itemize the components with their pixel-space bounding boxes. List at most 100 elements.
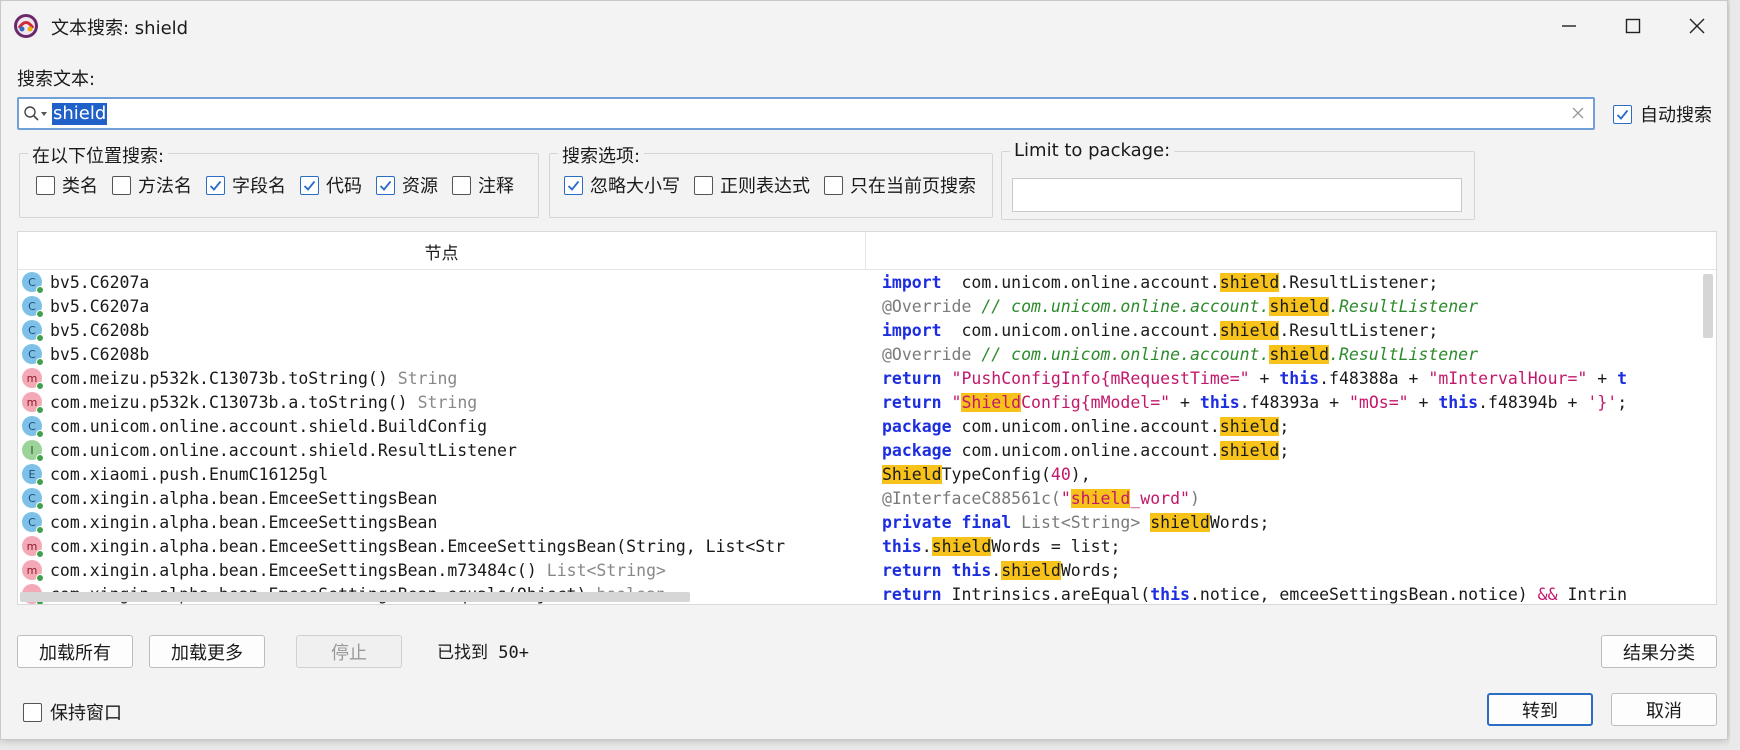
class-icon: C	[22, 416, 44, 438]
auto-search-check[interactable]	[1613, 104, 1632, 124]
vertical-scroll-thumb[interactable]	[1703, 274, 1713, 338]
method-icon: m	[22, 560, 44, 582]
search-input[interactable]: shield	[17, 97, 1595, 130]
auto-search-checkbox[interactable]: 自动搜索	[1613, 101, 1712, 127]
option-label: 资源	[402, 176, 438, 197]
minimize-icon	[1562, 25, 1576, 27]
close-button[interactable]	[1665, 1, 1729, 51]
option-label: 忽略大小写	[590, 176, 680, 197]
option-regex[interactable]: 正则表达式	[694, 172, 810, 198]
match-highlight: shield	[1001, 560, 1061, 580]
minimize-button[interactable]	[1537, 1, 1601, 51]
result-row[interactable]: m com.meizu.p532k.C13073b.toString() Strin…	[18, 366, 1716, 390]
code-token: "mIntervalHour="	[1428, 368, 1588, 388]
result-row[interactable]: Ccom.xingin.alpha.bean.EmceeSettingsBean…	[18, 510, 1716, 534]
result-node-name: com.xingin.alpha.bean.EmceeSettingsBean	[50, 512, 438, 532]
code-token: List<String>	[1021, 512, 1141, 532]
method-icon: m	[22, 536, 44, 558]
column-header-node[interactable]: 节点	[18, 232, 866, 270]
result-row[interactable]: Cbv5.C6207a @Override // com.unicom.onlin…	[18, 294, 1716, 318]
code-token: .ResultListener	[1329, 296, 1479, 316]
result-node: Ccom.xingin.alpha.bean.EmceeSettingsBean	[22, 486, 862, 510]
result-node: m com.meizu.p532k.C13073b.toString() Strin…	[22, 366, 862, 390]
search-location-title: 在以下位置搜索:	[28, 142, 169, 168]
result-row[interactable]: Ccom.unicom.online.account.shield.BuildC…	[18, 414, 1716, 438]
result-row[interactable]: Ccom.xingin.alpha.bean.EmceeSettingsBean…	[18, 486, 1716, 510]
option-field-name-check[interactable]	[206, 175, 225, 195]
result-return-type: String	[397, 368, 458, 388]
checkmark-icon	[567, 180, 580, 191]
search-location-options: 类名 方法名 字段名 代码 资源 注释	[36, 172, 514, 198]
code-token: "mOs="	[1348, 392, 1409, 412]
option-class-name[interactable]: 类名	[36, 172, 98, 198]
result-return-type: String	[417, 392, 478, 412]
result-code-line: @Override // com.unicom.online.account. s…	[882, 342, 1716, 366]
load-all-button[interactable]: 加载所有	[17, 635, 133, 668]
clear-icon[interactable]	[1571, 105, 1585, 119]
option-code-check[interactable]	[300, 175, 319, 195]
code-token: .f48393a +	[1239, 392, 1349, 412]
group-results-button[interactable]: 结果分类	[1601, 635, 1717, 668]
option-current-page[interactable]: 只在当前页搜索	[824, 172, 976, 198]
goto-button[interactable]: 转到	[1487, 693, 1593, 726]
option-resources-check[interactable]	[376, 175, 395, 195]
code-token: t	[1617, 368, 1628, 388]
result-row[interactable]: Cbv5.C6208b @Override // com.unicom.onlin…	[18, 342, 1716, 366]
keep-window-checkbox[interactable]: 保持窗口	[23, 699, 122, 725]
code-token: .notice, emceeSettingsBean.notice)	[1189, 584, 1538, 604]
option-label: 正则表达式	[720, 176, 810, 197]
result-row[interactable]: m com.xingin.alpha.bean.EmceeSettingsBean…	[18, 534, 1716, 558]
result-node-name: com.xingin.alpha.bean.EmceeSettingsBean.…	[50, 560, 537, 580]
result-row[interactable]: m com.xingin.alpha.bean.EmceeSettingsBean…	[18, 558, 1716, 582]
option-method-name-check[interactable]	[112, 175, 131, 195]
code-token: ;	[1279, 440, 1290, 460]
result-row[interactable]: Cbv5.C6207a import com.unicom.online.acco…	[18, 270, 1716, 294]
result-code-line: package com.unicom.online.account. shield…	[882, 414, 1716, 438]
result-node: Cbv5.C6208b	[22, 342, 862, 366]
code-token: Words = list;	[991, 536, 1121, 556]
horizontal-scroll-thumb[interactable]	[20, 592, 690, 602]
cancel-button[interactable]: 取消	[1611, 693, 1717, 726]
result-row[interactable]: Cbv5.C6208b import com.unicom.online.acco…	[18, 318, 1716, 342]
result-row[interactable]: Icom.unicom.online.account.shield.Result…	[18, 438, 1716, 462]
option-ignore-case[interactable]: 忽略大小写	[564, 172, 680, 198]
results-header: 节点	[18, 232, 1716, 270]
keep-window-check[interactable]	[23, 702, 42, 722]
option-field-name[interactable]: 字段名	[206, 172, 286, 198]
code-token: Words;	[1060, 560, 1121, 580]
interface-icon: I	[22, 440, 44, 462]
stop-button[interactable]: 停止	[296, 635, 402, 668]
option-resources[interactable]: 资源	[376, 172, 438, 198]
code-token: // com.unicom.online.account.	[971, 344, 1270, 364]
result-node: Ccom.unicom.online.account.shield.BuildC…	[22, 414, 862, 438]
option-comments-check[interactable]	[452, 175, 471, 195]
option-code[interactable]: 代码	[300, 172, 362, 198]
maximize-button[interactable]	[1601, 1, 1665, 51]
class-icon: C	[22, 344, 44, 366]
option-class-name-check[interactable]	[36, 175, 55, 195]
vertical-scrollbar[interactable]	[1702, 272, 1714, 602]
match-highlight: shield	[1219, 272, 1280, 292]
result-node-name: com.xingin.alpha.bean.EmceeSettingsBean	[50, 488, 438, 508]
close-icon	[1689, 18, 1705, 34]
option-ignore-case-check[interactable]	[564, 175, 583, 195]
option-comments[interactable]: 注释	[452, 172, 514, 198]
code-token: &&	[1537, 584, 1558, 604]
code-token: return	[882, 392, 942, 412]
result-row[interactable]: Ecom.xiaomi.push.EnumC16125gl Shield TypeC…	[18, 462, 1716, 486]
package-input[interactable]	[1012, 178, 1462, 212]
result-row[interactable]: m com.meizu.p532k.C13073b.a.toString() Str…	[18, 390, 1716, 414]
result-node: Ecom.xiaomi.push.EnumC16125gl	[22, 462, 862, 486]
code-token: .ResultListener	[1329, 344, 1479, 364]
search-icon[interactable]	[23, 105, 49, 123]
load-more-button[interactable]: 加载更多	[149, 635, 265, 668]
option-method-name[interactable]: 方法名	[112, 172, 192, 198]
option-regex-check[interactable]	[694, 175, 713, 195]
class-icon: C	[22, 320, 44, 342]
code-token: .	[991, 560, 1002, 580]
option-current-page-check[interactable]	[824, 175, 843, 195]
code-token: this	[882, 536, 922, 556]
code-token: .ResultListener;	[1279, 320, 1439, 340]
